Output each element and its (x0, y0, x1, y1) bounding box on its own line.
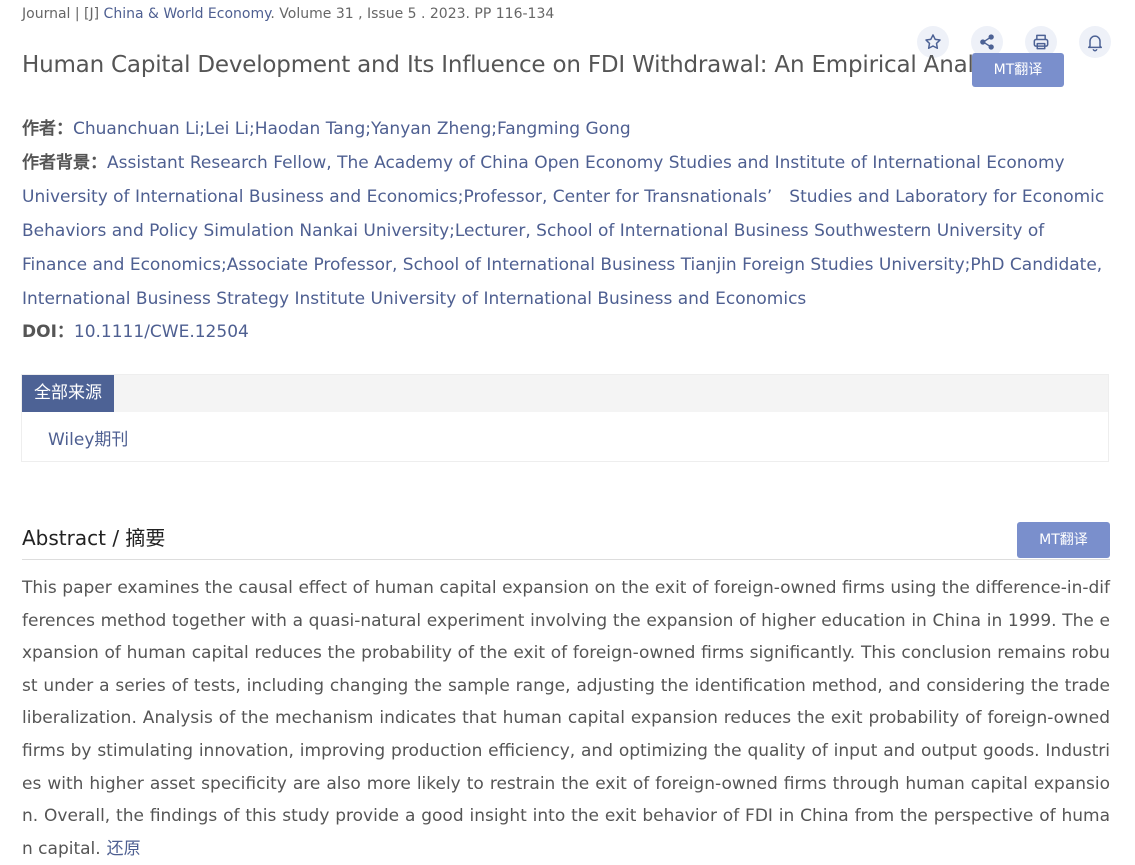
sources-panel: 全部来源 Wiley期刊 (21, 374, 1109, 462)
subscribe-button[interactable] (1079, 26, 1111, 58)
journal-volume-info: . Volume 31 , Issue 5 . 2023. PP 116-134 (270, 6, 555, 22)
doi-label: DOI： (22, 322, 74, 342)
restore-link[interactable]: 还原 (107, 839, 141, 859)
title-mt-translate-button[interactable]: MT翻译 (972, 53, 1064, 87)
author-background-text: Assistant Research Fellow, The Academy o… (22, 153, 1105, 309)
authors-label: 作者： (22, 119, 73, 139)
sources-tabbar: 全部来源 (22, 375, 1108, 412)
journal-prefix: Journal | [J] (22, 6, 104, 22)
doi-row: DOI：10.1111/CWE.12504 (22, 315, 1112, 349)
authors-row: 作者：Chuanchuan Li;Lei Li;Haodan Tang;Yany… (22, 112, 1112, 146)
tab-all-sources[interactable]: 全部来源 (22, 375, 114, 412)
abstract-body: This paper examines the causal effect of… (22, 572, 1110, 865)
share-icon (980, 34, 994, 50)
journal-name-link[interactable]: China & World Economy (104, 6, 271, 22)
authors-link[interactable]: Chuanchuan Li;Lei Li;Haodan Tang;Yanyan … (73, 119, 631, 139)
journal-info: Journal | [J] China & World Economy. Vol… (22, 6, 554, 22)
author-background-label: 作者背景： (22, 153, 107, 173)
abstract-mt-translate-button[interactable]: MT翻译 (1017, 522, 1110, 558)
doi-link[interactable]: 10.1111/CWE.12504 (74, 322, 249, 342)
print-icon (1033, 34, 1049, 50)
star-icon (925, 34, 941, 49)
page-title: Human Capital Development and Its Influe… (22, 52, 1017, 78)
bell-icon (1088, 35, 1102, 52)
author-background-row: 作者背景：Assistant Research Fellow, The Acad… (22, 146, 1112, 316)
source-link-wiley[interactable]: Wiley期刊 (48, 425, 128, 450)
abstract-divider (22, 559, 1110, 560)
abstract-heading: Abstract / 摘要 (22, 526, 166, 550)
abstract-text: This paper examines the causal effect of… (22, 578, 1110, 859)
